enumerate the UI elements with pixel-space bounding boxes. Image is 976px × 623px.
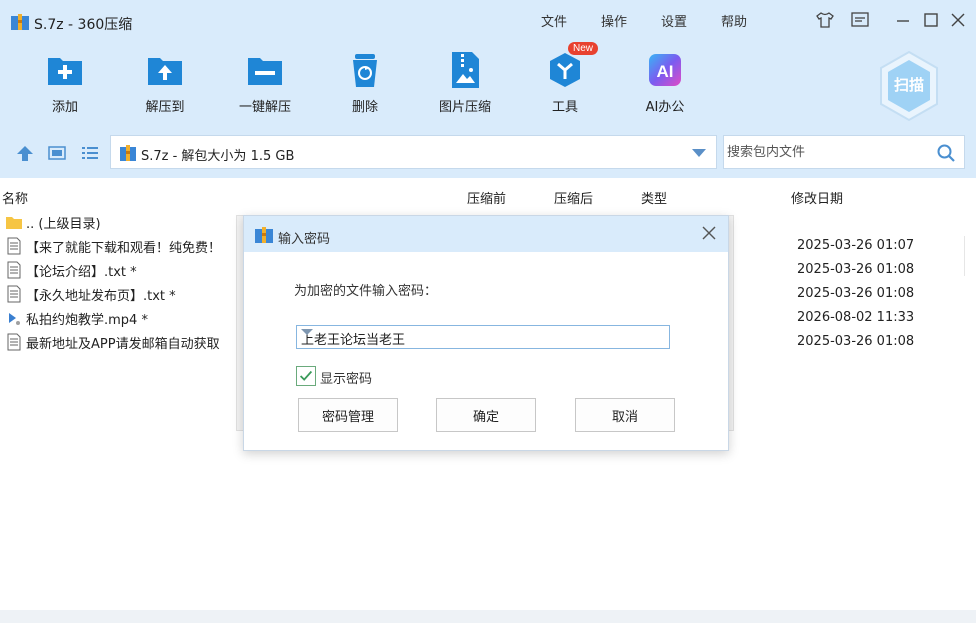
file-date: 2025-03-26 01:08 [797,262,915,277]
search-icon[interactable] [936,143,956,163]
file-date: 2025-03-26 01:08 [797,286,915,301]
add-button[interactable]: 添加 [20,50,110,120]
menu-settings[interactable]: 设置 [661,11,687,30]
file-date: 2026-08-02 11:33 [797,310,915,325]
image-compress-button[interactable]: 图片压缩 [420,50,510,120]
status-bar [0,610,976,623]
show-password-checkbox[interactable] [296,366,316,386]
one-click-extract-button[interactable]: 一键解压 [220,50,310,120]
new-badge: New [568,42,599,55]
extract-to-button[interactable]: 解压到 [120,50,210,120]
chevron-down-icon[interactable] [301,329,313,335]
file-date: 2025-03-26 01:07 [797,238,915,253]
extract-to-label: 解压到 [145,100,185,115]
maximize-icon[interactable] [921,11,941,29]
ok-button[interactable]: 确定 [436,398,536,432]
delete-label: 删除 [351,100,378,115]
show-password-label[interactable]: 显示密码 [320,368,372,387]
add-label: 添加 [51,100,78,115]
path-text: S.7z - 解包大小为 1.5 GB [141,149,295,164]
scan-label: 扫描 [894,76,924,94]
column-name[interactable]: 名称 [2,188,28,207]
tools-label: 工具 [551,100,578,115]
feedback-icon[interactable] [850,11,870,29]
file-date: 2025-03-26 01:08 [797,334,915,349]
text-file-icon [7,333,21,351]
minimize-icon[interactable] [893,11,913,29]
one-click-extract-label: 一键解压 [238,100,291,115]
column-type[interactable]: 类型 [641,188,667,207]
image-compress-label: 图片压缩 [438,100,491,115]
file-name: 【永久地址发布页】.txt * [26,289,176,304]
list-header: 名称 压缩前 压缩后 类型 修改日期 [0,183,976,209]
path-combobox[interactable]: S.7z - 解包大小为 1.5 GB [110,135,717,169]
ai-office-label: AI办公 [645,100,685,115]
toolbar: 添加 解压到 一键解压 删除 图片压缩 工具 AI AI办公 [0,40,976,128]
one-click-extract-icon [248,58,282,85]
list-view-icon[interactable] [80,144,100,162]
search-box [723,135,965,169]
app-logo-icon [11,14,29,30]
text-file-icon [7,285,21,303]
thumbnail-view-icon[interactable] [47,144,67,162]
tools-icon [550,53,580,87]
ai-office-button[interactable]: AI AI办公 [620,50,710,120]
dialog-title-bar: 输入密码 [244,216,728,252]
password-dialog: 输入密码 为加密的文件输入密码： 上老王论坛当老王 显示密码 密码管理 确定 取… [243,215,729,451]
menu-operate[interactable]: 操作 [601,11,627,30]
folder-icon [6,217,22,229]
image-compress-icon [452,52,479,88]
password-value: 上老王论坛当老王 [301,333,406,348]
scrollbar[interactable] [964,236,976,276]
column-after[interactable]: 压缩后 [554,188,593,207]
menu-help[interactable]: 帮助 [721,11,747,30]
archive-icon [255,227,273,243]
extract-to-icon [148,58,182,85]
ai-office-icon: AI [649,54,681,86]
file-name: 【论坛介绍】.txt * [26,265,137,280]
search-input[interactable] [725,137,925,167]
dialog-title: 输入密码 [278,232,331,247]
delete-icon [353,54,377,87]
file-name: 【来了就能下载和观看！纯免费！ [26,241,222,256]
skin-icon[interactable] [815,11,835,29]
password-manage-button[interactable]: 密码管理 [298,398,398,432]
cancel-button[interactable]: 取消 [575,398,675,432]
column-modified[interactable]: 修改日期 [791,188,843,207]
column-before[interactable]: 压缩前 [467,188,506,207]
tools-button[interactable]: 工具 [520,50,610,120]
svg-text:AI: AI [657,62,674,81]
chevron-down-icon[interactable] [692,149,706,157]
close-icon[interactable] [948,11,968,29]
add-icon [48,58,82,85]
menu-file[interactable]: 文件 [541,11,567,30]
file-name: .. (上级目录) [26,217,101,232]
file-name: 私拍约炮教学.mp4 * [26,313,148,328]
text-file-icon [7,237,21,255]
password-input[interactable]: 上老王论坛当老王 [296,325,670,349]
title-bar: S.7z - 360压缩 文件 操作 设置 帮助 [0,0,976,40]
scan-button[interactable]: 扫描 [878,50,940,122]
password-prompt: 为加密的文件输入密码： [294,284,438,299]
close-icon[interactable] [700,224,718,242]
text-file-icon [7,261,21,279]
up-arrow-icon[interactable] [15,144,35,162]
file-name: 最新地址及APP请发邮箱自动获取 [26,337,220,352]
address-row: S.7z - 解包大小为 1.5 GB [0,128,976,178]
delete-button[interactable]: 删除 [320,50,410,120]
window-title: S.7z - 360压缩 [34,17,133,33]
video-file-icon [9,313,20,325]
archive-icon [120,145,136,161]
